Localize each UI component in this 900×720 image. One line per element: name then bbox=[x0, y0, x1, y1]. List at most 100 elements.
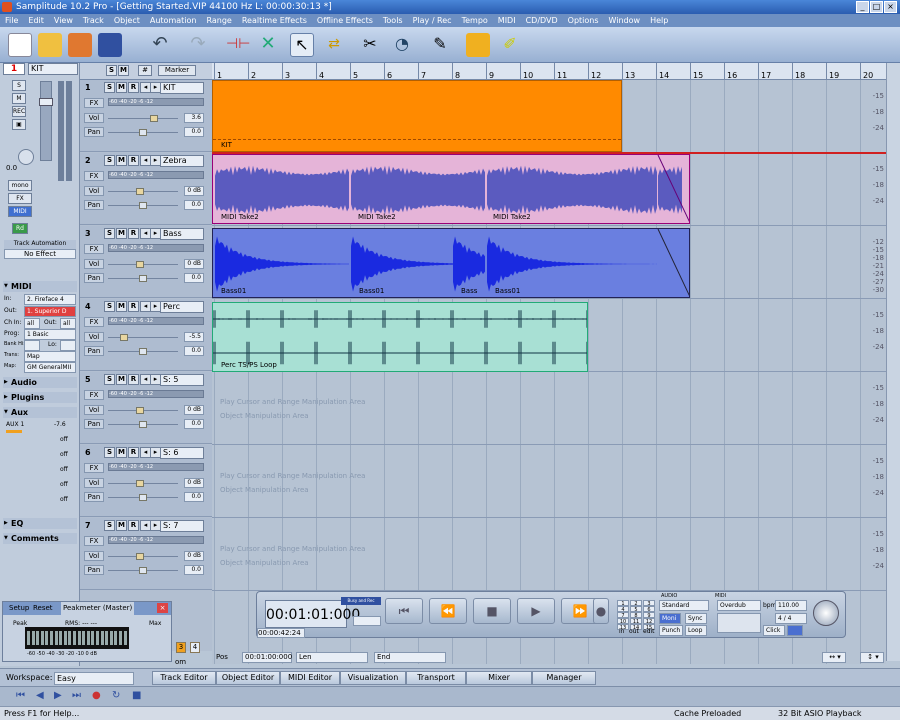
in-label[interactable]: in bbox=[619, 628, 624, 635]
mini-rewind-icon[interactable]: ◀ bbox=[36, 690, 44, 701]
tab-visualization[interactable]: Visualization bbox=[340, 671, 406, 685]
mini-forward-icon[interactable]: ▶ bbox=[54, 690, 62, 701]
mini-loop-icon[interactable]: ↻ bbox=[112, 690, 120, 701]
midi-sync-panel[interactable] bbox=[717, 613, 761, 633]
time-signature-field[interactable]: 4 / 4 bbox=[775, 613, 807, 624]
track-pan-slider[interactable] bbox=[108, 205, 178, 212]
track-pan-slider[interactable] bbox=[108, 351, 178, 358]
fader-knob[interactable] bbox=[39, 98, 53, 106]
zoom-icon[interactable]: ◔ bbox=[390, 33, 414, 57]
aux4-off[interactable]: off bbox=[60, 466, 68, 473]
mono-button[interactable]: mono bbox=[8, 180, 32, 191]
track-volume-slider[interactable] bbox=[108, 118, 178, 125]
inspector-track-name[interactable]: KIT bbox=[28, 63, 78, 75]
pan-knob[interactable] bbox=[139, 567, 147, 574]
track-volume-slider[interactable] bbox=[108, 191, 178, 198]
menu-edit[interactable]: Edit bbox=[23, 14, 49, 27]
volume-knob[interactable] bbox=[136, 407, 144, 414]
track-fx-button[interactable]: FX bbox=[84, 390, 104, 400]
click-settings-icon[interactable] bbox=[787, 625, 803, 636]
len-field[interactable]: Len bbox=[296, 652, 368, 663]
clip-zebra[interactable]: MIDI Take2 MIDI Take2 MIDI Take2 bbox=[212, 154, 690, 224]
track-name-field[interactable]: KIT bbox=[160, 82, 204, 94]
track-fx-button[interactable]: FX bbox=[84, 536, 104, 546]
out-label[interactable]: out bbox=[629, 628, 639, 635]
play-button[interactable]: ▶ bbox=[517, 598, 555, 624]
menu-view[interactable]: View bbox=[49, 14, 78, 27]
pan-knob[interactable] bbox=[139, 129, 147, 136]
menu-automation[interactable]: Automation bbox=[145, 14, 202, 27]
track-header[interactable]: 5 S M R ◂ ▸ S: 5 FX -60 -40 -20 -6 -12 Vol 0 dB Pan… bbox=[80, 372, 212, 444]
wave-import-icon[interactable] bbox=[68, 33, 92, 57]
inspector-track-number[interactable]: 1 bbox=[3, 63, 25, 75]
track-mute-button[interactable]: M bbox=[116, 374, 127, 385]
audio-section-header[interactable]: Audio bbox=[3, 377, 77, 388]
highlighter-icon[interactable]: ✐ bbox=[498, 33, 522, 57]
track-pan-slider[interactable] bbox=[108, 570, 178, 577]
volume-knob[interactable] bbox=[120, 334, 128, 341]
crossfade-icon[interactable]: ✕ bbox=[256, 33, 280, 57]
track-rec-button[interactable]: R bbox=[128, 374, 139, 385]
tab-track-editor[interactable]: Track Editor bbox=[152, 671, 216, 685]
track-pan-slider[interactable] bbox=[108, 132, 178, 139]
open-folder-icon[interactable] bbox=[38, 33, 62, 57]
pan-knob[interactable] bbox=[139, 421, 147, 428]
pencil-icon[interactable]: ✎ bbox=[428, 33, 452, 57]
global-solo-button[interactable]: S bbox=[106, 65, 117, 76]
track-volume-slider[interactable] bbox=[108, 264, 178, 271]
loop-button[interactable]: Loop bbox=[685, 625, 707, 636]
tab-midi-editor[interactable]: MIDI Editor bbox=[280, 671, 340, 685]
midi-program[interactable]: 1 Basic bbox=[24, 329, 76, 340]
aux-section-header[interactable]: Aux bbox=[3, 407, 77, 418]
aux1-send-bar[interactable] bbox=[6, 430, 22, 433]
redo-icon[interactable]: ↷ bbox=[186, 33, 210, 57]
close-button[interactable]: × bbox=[884, 1, 897, 13]
peakmeter-master-tab[interactable]: Peakmeter (Master) bbox=[61, 602, 134, 615]
punch-button[interactable]: Punch bbox=[659, 625, 683, 636]
inspector-volume-fader[interactable] bbox=[40, 81, 52, 161]
inspector-solo-button[interactable]: S bbox=[12, 80, 26, 91]
track-fx-button[interactable]: FX bbox=[84, 171, 104, 181]
tab-manager[interactable]: Manager bbox=[532, 671, 596, 685]
volume-knob[interactable] bbox=[150, 115, 158, 122]
track-rec-button[interactable]: R bbox=[128, 82, 139, 93]
new-file-icon[interactable] bbox=[8, 33, 32, 57]
workspace-select[interactable]: Easy bbox=[54, 672, 134, 685]
overdub-select[interactable]: Overdub bbox=[717, 600, 761, 611]
track-volume-slider[interactable] bbox=[108, 556, 178, 563]
track-rec-button[interactable]: R bbox=[128, 228, 139, 239]
track-name-field[interactable]: S: 6 bbox=[160, 447, 204, 459]
track-solo-button[interactable]: S bbox=[104, 301, 115, 312]
app-icon[interactable] bbox=[2, 2, 12, 12]
scissors-icon[interactable]: ✂ bbox=[358, 33, 382, 57]
track-solo-button[interactable]: S bbox=[104, 228, 115, 239]
end-field[interactable]: End bbox=[374, 652, 446, 663]
tab-object-editor[interactable]: Object Editor bbox=[216, 671, 280, 685]
track-pan-slider[interactable] bbox=[108, 278, 178, 285]
zoom-h-button[interactable]: ↔ ▾ bbox=[822, 652, 846, 663]
track-mute-button[interactable]: M bbox=[116, 155, 127, 166]
track-solo-button[interactable]: S bbox=[104, 155, 115, 166]
track-rec-button[interactable]: R bbox=[128, 520, 139, 531]
mini-record-icon[interactable]: ● bbox=[92, 690, 101, 701]
menu-track[interactable]: Track bbox=[78, 14, 109, 27]
track-fx-button[interactable]: FX bbox=[84, 463, 104, 473]
menu-tools[interactable]: Tools bbox=[378, 14, 408, 27]
timecode-display[interactable]: 00:01:01:000 bbox=[265, 600, 347, 628]
global-mute-button[interactable]: M bbox=[118, 65, 129, 76]
clip-kit[interactable]: KIT bbox=[212, 80, 622, 152]
pan-knob[interactable] bbox=[139, 348, 147, 355]
midi-ch-in[interactable]: all bbox=[24, 318, 40, 329]
comments-section-header[interactable]: Comments bbox=[3, 533, 77, 544]
track-pan-slider[interactable] bbox=[108, 424, 178, 431]
volume-knob[interactable] bbox=[136, 553, 144, 560]
track-mute-button[interactable]: M bbox=[116, 228, 127, 239]
stop-button[interactable]: ■ bbox=[473, 598, 511, 624]
inspector-mute-button[interactable]: M bbox=[12, 93, 26, 104]
marker-icon[interactable] bbox=[466, 33, 490, 57]
menu-play-rec[interactable]: Play / Rec bbox=[408, 14, 457, 27]
tab-transport[interactable]: Transport bbox=[406, 671, 466, 685]
reset-tab[interactable]: Reset bbox=[33, 602, 53, 615]
midi-trans[interactable]: Map bbox=[24, 351, 76, 362]
track-rec-button[interactable]: R bbox=[128, 447, 139, 458]
